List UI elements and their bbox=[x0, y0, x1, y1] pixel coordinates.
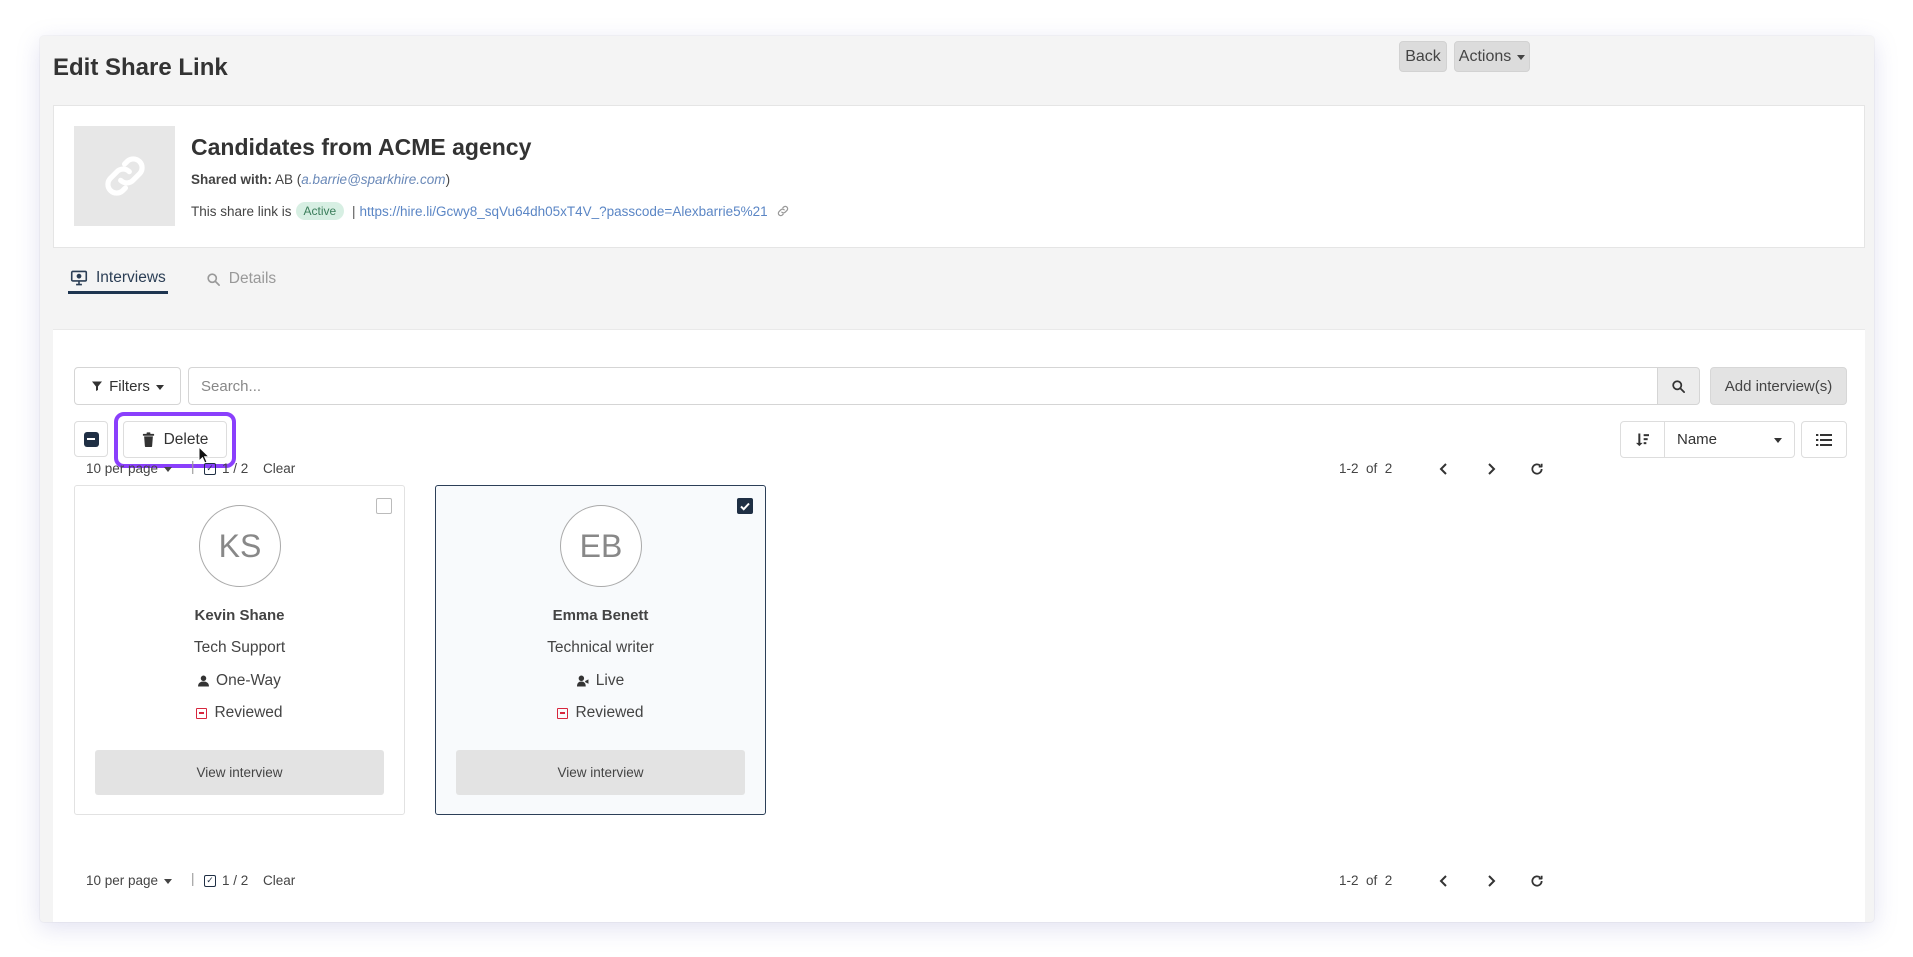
tab-bar: Interviews Details bbox=[68, 264, 278, 304]
reviewed-icon bbox=[196, 707, 208, 719]
avatar: EB bbox=[560, 505, 642, 587]
copy-link-icon[interactable] bbox=[776, 204, 790, 218]
candidate-card[interactable]: EB Emma Benett Technical writer Live Rev… bbox=[435, 485, 766, 815]
sort-by-select[interactable]: Name bbox=[1664, 421, 1795, 458]
refresh-button[interactable] bbox=[1525, 869, 1549, 893]
link-thumbnail bbox=[74, 126, 175, 226]
interviews-panel: Filters Add interview(s) Delete bbox=[53, 329, 1865, 922]
pagination-top: 10 per page | ✓ 1 / 2 Clear 1-2 of 2 bbox=[74, 457, 1847, 481]
candidate-name: Kevin Shane bbox=[194, 607, 285, 624]
caret-down-icon bbox=[155, 384, 164, 390]
caret-down-icon bbox=[1774, 438, 1782, 443]
interview-type: Live bbox=[436, 672, 765, 690]
indeterminate-check-icon bbox=[83, 431, 99, 447]
link-icon bbox=[104, 156, 145, 196]
tab-details[interactable]: Details bbox=[204, 264, 278, 294]
sort-direction-button[interactable] bbox=[1620, 421, 1665, 458]
candidate-name: Emma Benett bbox=[552, 607, 649, 624]
review-status: Reviewed bbox=[75, 704, 404, 722]
refresh-button[interactable] bbox=[1525, 457, 1549, 481]
list-icon bbox=[1816, 433, 1832, 446]
refresh-icon bbox=[1531, 875, 1543, 887]
shared-with-email[interactable]: a.barrie@sparkhire.com bbox=[301, 172, 445, 187]
back-button[interactable]: Back bbox=[1399, 41, 1447, 72]
caret-down-icon bbox=[164, 879, 173, 884]
user-icon bbox=[198, 675, 210, 687]
candidate-role: Tech Support bbox=[193, 639, 286, 656]
user-video-icon bbox=[576, 675, 589, 687]
caret-down-icon bbox=[1517, 55, 1526, 60]
result-range: 1-2 of 2 bbox=[1339, 873, 1393, 888]
per-page-select[interactable]: 10 per page bbox=[86, 873, 173, 888]
selection-count: ✓ 1 / 2 bbox=[204, 873, 248, 888]
check-icon bbox=[740, 502, 750, 511]
chevron-left-icon bbox=[1439, 875, 1447, 887]
prev-page-button[interactable] bbox=[1431, 457, 1455, 481]
chevron-right-icon bbox=[1487, 463, 1495, 475]
actions-dropdown-button[interactable]: Actions bbox=[1454, 41, 1530, 72]
tab-interviews[interactable]: Interviews bbox=[68, 264, 168, 294]
chevron-right-icon bbox=[1487, 875, 1495, 887]
monitor-icon bbox=[70, 270, 88, 285]
search-icon bbox=[207, 272, 220, 286]
candidate-role: Technical writer bbox=[547, 639, 654, 656]
status-badge: Active bbox=[295, 202, 345, 220]
view-interview-button[interactable]: View interview bbox=[456, 750, 745, 795]
clear-selection-link[interactable]: Clear bbox=[263, 461, 295, 476]
avatar: KS bbox=[199, 505, 281, 587]
filter-icon bbox=[92, 381, 103, 391]
candidate-card[interactable]: KS Kevin Shane Tech Support One-Way Revi… bbox=[74, 485, 405, 815]
share-status-line: This share link is Active | https://hire… bbox=[191, 202, 790, 220]
filters-button[interactable]: Filters bbox=[74, 367, 181, 405]
page-title: Edit Share Link bbox=[53, 54, 228, 81]
checked-box-icon: ✓ bbox=[204, 462, 216, 475]
refresh-icon bbox=[1531, 463, 1543, 475]
delete-button[interactable]: Delete bbox=[123, 421, 227, 458]
share-url-link[interactable]: https://hire.li/Gcwy8_sqVu64dh05xT4V_?pa… bbox=[360, 204, 768, 219]
next-page-button[interactable] bbox=[1479, 457, 1503, 481]
select-all-checkbox[interactable] bbox=[74, 421, 108, 457]
trash-icon bbox=[142, 432, 154, 447]
reviewed-icon bbox=[557, 707, 569, 719]
selection-count: ✓ 1 / 2 bbox=[204, 461, 248, 476]
card-checkbox[interactable] bbox=[737, 498, 753, 514]
share-link-title: Candidates from ACME agency bbox=[191, 134, 532, 160]
share-link-card: Candidates from ACME agency Shared with:… bbox=[53, 105, 1865, 248]
pagination-bottom: 10 per page | ✓ 1 / 2 Clear 1-2 of 2 bbox=[74, 869, 1847, 893]
sort-icon bbox=[1635, 433, 1649, 447]
prev-page-button[interactable] bbox=[1431, 869, 1455, 893]
result-range: 1-2 of 2 bbox=[1339, 461, 1393, 476]
chevron-left-icon bbox=[1439, 463, 1447, 475]
search-input[interactable] bbox=[188, 367, 1657, 405]
search-button[interactable] bbox=[1657, 367, 1700, 405]
list-view-button[interactable] bbox=[1801, 421, 1847, 458]
checked-box-icon: ✓ bbox=[204, 874, 216, 887]
interview-type: One-Way bbox=[75, 672, 404, 690]
caret-down-icon bbox=[164, 467, 173, 472]
search-icon bbox=[1672, 379, 1685, 393]
clear-selection-link[interactable]: Clear bbox=[263, 873, 295, 888]
next-page-button[interactable] bbox=[1479, 869, 1503, 893]
review-status: Reviewed bbox=[436, 704, 765, 722]
view-interview-button[interactable]: View interview bbox=[95, 750, 384, 795]
per-page-select[interactable]: 10 per page bbox=[86, 461, 173, 476]
app-window: Edit Share Link Back Actions Candidates … bbox=[40, 36, 1874, 922]
add-interviews-button[interactable]: Add interview(s) bbox=[1710, 367, 1847, 405]
shared-with: Shared with: AB (a.barrie@sparkhire.com) bbox=[191, 172, 451, 187]
card-checkbox[interactable] bbox=[376, 498, 392, 514]
